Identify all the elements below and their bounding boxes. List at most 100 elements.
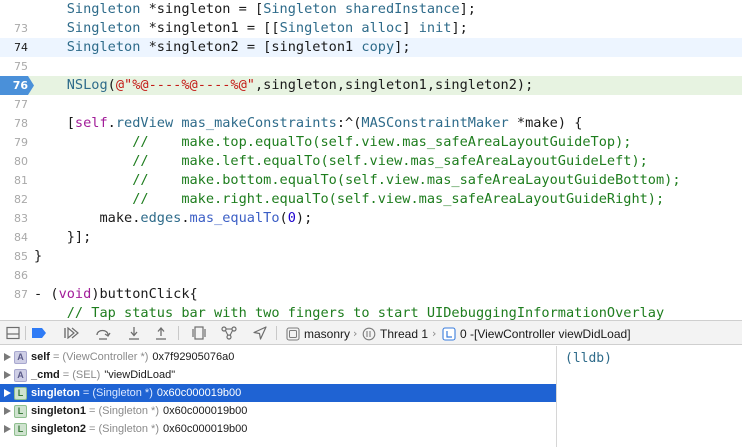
code-line-breakpoint[interactable]: 76 NSLog(@"%@----%@----%@",singleton,sin… [0,76,742,95]
simulate-location-button[interactable] [251,324,269,342]
code-line[interactable]: 83 make.edges.mas_equalTo(0); [0,209,742,228]
toggle-debug-area-button[interactable] [4,324,22,342]
code-line[interactable]: 86 [0,266,742,285]
step-into-button[interactable] [125,324,143,342]
line-number[interactable]: 83 [0,209,28,228]
code-text: // make.top.equalTo(self.view.mas_safeAr… [34,133,631,152]
variables-view[interactable]: Aself = (ViewController *) 0x7f92905076a0 A _… [0,346,556,447]
console-prompt: (lldb) [565,351,612,366]
code-line[interactable]: 81 // make.bottom.equalTo(self.view.mas_… [0,171,742,190]
disclosure-triangle-icon[interactable] [1,371,13,379]
code-editor[interactable]: Singleton *singleton = [Singleton shared… [0,0,742,320]
code-line[interactable]: 80 // make.left.equalTo(self.view.mas_sa… [0,152,742,171]
code-line[interactable]: // Tap status bar with two fingers to st… [0,304,742,320]
code-text: } [34,247,42,266]
breadcrumb-thread[interactable]: Thread 1 [362,325,428,342]
line-number[interactable] [0,304,28,320]
code-text: // make.left.equalTo(self.view.mas_safeA… [34,152,648,171]
code-line[interactable]: Singleton *singleton = [Singleton shared… [0,0,742,19]
stack-frame-icon [442,326,456,341]
code-line[interactable]: 73 Singleton *singleton1 = [[Singleton a… [0,19,742,38]
code-token: :^( [336,115,362,131]
debug-view-hierarchy-button[interactable] [190,324,208,342]
disclosure-triangle-icon[interactable] [1,407,13,415]
line-number[interactable]: 85 [0,247,28,266]
variable-value: 0x60c000019b00 [163,423,248,435]
continue-icon [64,327,79,339]
line-number[interactable]: 77 [0,95,28,114]
code-token: ( [107,77,116,93]
code-token: - ( [34,286,59,302]
disclosure-triangle-icon[interactable] [1,425,13,433]
code-line[interactable]: 75 [0,57,742,76]
code-line[interactable]: 84 }]; [0,228,742,247]
line-number[interactable]: 86 [0,266,28,285]
equals-sign: = [52,351,60,363]
continue-button[interactable] [62,324,80,342]
line-number[interactable]: 78 [0,114,28,133]
variable-type: (SEL) [72,369,101,381]
breadcrumb-target[interactable]: masonry [286,325,350,342]
code-token: ]; [451,20,468,36]
variable-row[interactable]: Lsingleton1 = (Singleton *) 0x60c000019b00 [0,402,556,420]
line-number[interactable]: 79 [0,133,28,152]
code-line[interactable]: 77 [0,95,742,114]
variable-row[interactable]: Lsingleton2 = (Singleton *) 0x60c000019b00 [0,420,556,438]
code-token: 0 [287,210,296,226]
variable-value: 0x60c000019b00 [156,387,242,399]
step-out-button[interactable] [152,324,170,342]
breakpoints-toggle-button[interactable] [30,324,48,342]
variable-row[interactable]: A _cmd = (SEL) "viewDidLoad" [0,366,556,384]
line-number[interactable]: 84 [0,228,28,247]
code-line[interactable]: 78 [self.redView mas_makeConstraints:^(M… [0,114,742,133]
code-line[interactable]: 74 Singleton *singleton2 = [singleton1 c… [0,38,742,57]
breakpoint-marker[interactable]: 76 [0,76,34,95]
disclosure-triangle-icon[interactable] [1,389,13,397]
code-line[interactable]: 82 // make.right.equalTo(self.view.mas_s… [0,190,742,209]
code-token: sharedInstance [345,1,460,17]
line-number[interactable]: 82 [0,190,28,209]
code-token: *singleton2 = [singleton1 [140,39,362,55]
code-token: . [181,210,190,226]
line-number[interactable]: 74 [0,38,28,57]
code-token: // make.right.equalTo(self.view.mas_safe… [34,191,665,207]
variable-type: (Singleton *) [98,405,159,417]
code-token: ]; [459,1,476,17]
line-number[interactable]: 81 [0,171,28,190]
breadcrumb-target-label: masonry [304,326,351,341]
console-view[interactable]: (lldb) [557,346,742,447]
line-number[interactable]: 73 [0,19,28,38]
breadcrumb-thread-label: Thread 1 [380,326,429,341]
line-number: 76 [12,79,28,92]
line-number[interactable] [0,0,28,19]
variable-row[interactable]: Aself = (ViewController *) 0x7f92905076a0 [0,348,556,366]
code-text: Singleton *singleton2 = [singleton1 copy… [34,38,411,57]
line-number[interactable]: 87 [0,285,28,304]
code-line[interactable]: 87 - (void)buttonClick{ [0,285,742,304]
variable-value: 0x7f92905076a0 [152,351,235,363]
variable-row[interactable]: Lsingleton = (Singleton *) 0x60c000019b00 [0,384,556,402]
step-over-button[interactable] [94,324,112,342]
line-number[interactable]: 75 [0,57,28,76]
code-line[interactable]: 85} [0,247,742,266]
breakpoint-icon [32,328,46,338]
code-text: Singleton *singleton1 = [[Singleton allo… [34,19,468,38]
debug-memory-graph-button[interactable] [220,324,238,342]
code-text: // make.bottom.equalTo(self.view.mas_saf… [34,171,680,190]
variable-name: singleton2 [31,423,87,435]
code-token: ]; [394,39,411,55]
code-token: edges [140,210,182,226]
view-hierarchy-icon [192,326,206,340]
disclosure-triangle-icon[interactable] [1,353,13,361]
toolbar-divider [276,326,277,340]
code-line[interactable]: 79 // make.top.equalTo(self.view.mas_saf… [0,133,742,152]
step-out-icon [156,327,166,340]
code-token: ); [295,210,313,226]
line-number[interactable]: 80 [0,152,28,171]
breadcrumb-stack-frame[interactable]: 0 -[ViewController viewDidLoad] [442,325,631,342]
variable-value: 0x60c000019b00 [163,405,248,417]
